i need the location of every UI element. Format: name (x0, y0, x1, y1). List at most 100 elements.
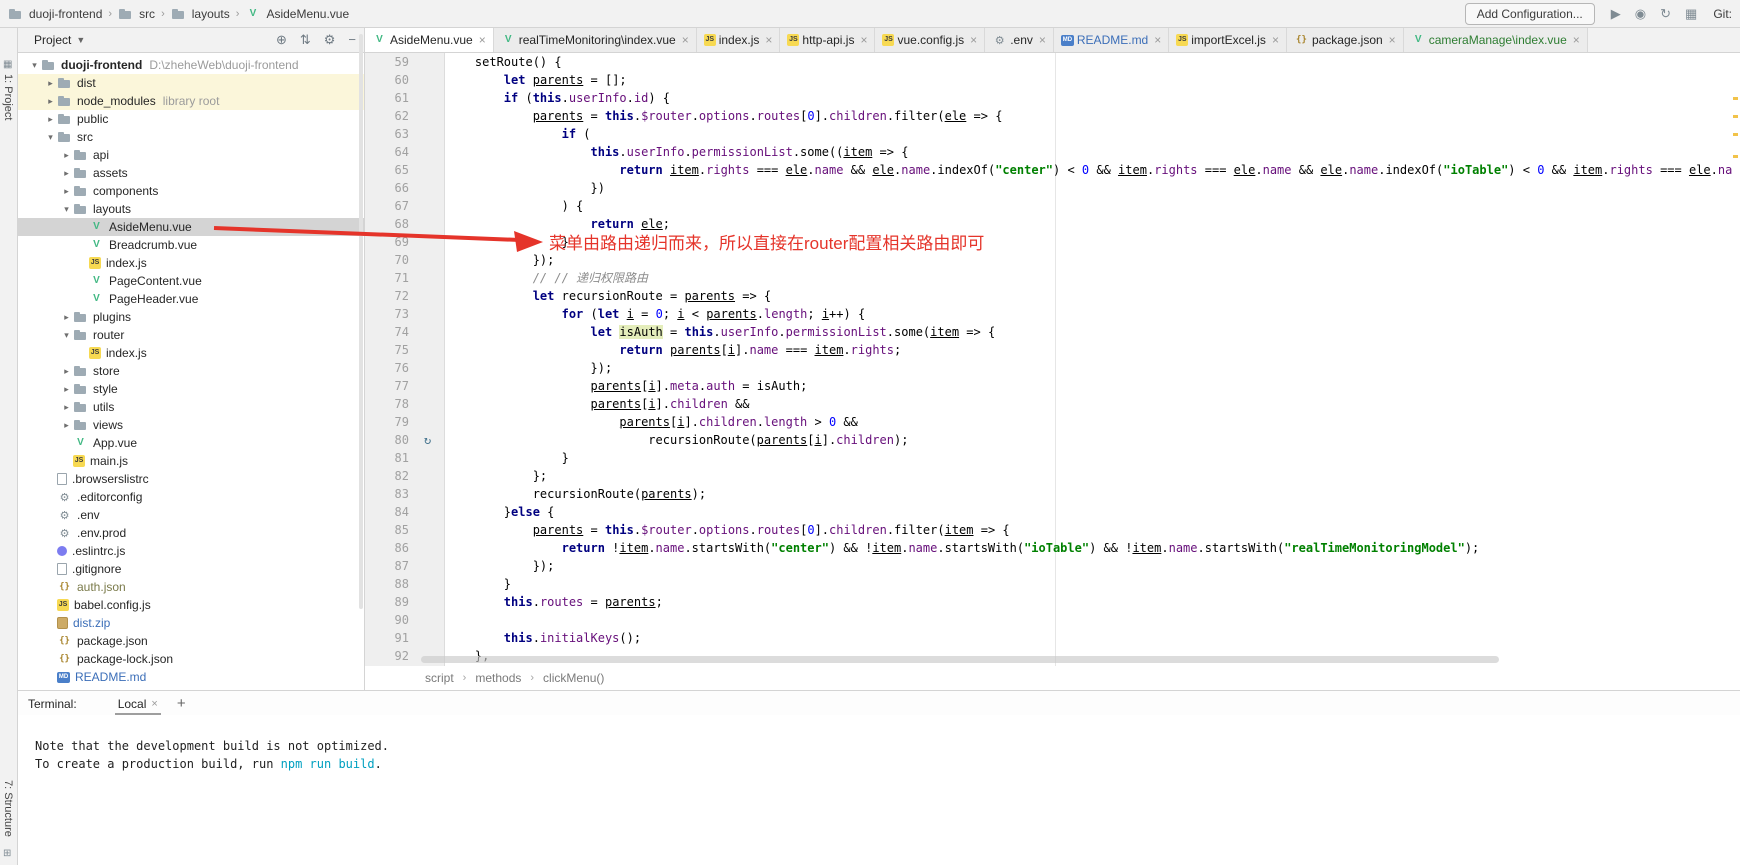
chevron-open-icon[interactable]: ▾ (44, 132, 57, 143)
line-number[interactable]: 59 (365, 53, 409, 71)
add-configuration-button[interactable]: Add Configuration... (1465, 3, 1595, 25)
tab-package.json[interactable]: {}package.json× (1287, 28, 1404, 52)
tree-item-auth.json[interactable]: {}auth.json (18, 578, 364, 596)
line-number[interactable]: 67 (365, 197, 409, 215)
chevron-open-icon[interactable]: ▾ (28, 60, 41, 71)
line-number[interactable]: 89 (365, 593, 409, 611)
line-number[interactable]: 72 (365, 287, 409, 305)
code-line[interactable]: 71 // // 递归权限路由 (365, 269, 1740, 287)
tree-item-store[interactable]: ▸store (18, 362, 364, 380)
tree-item-Breadcrumb.vue[interactable]: VBreadcrumb.vue (18, 236, 364, 254)
close-tab-icon[interactable]: × (1039, 33, 1046, 47)
project-panel-title[interactable]: Project (34, 33, 71, 47)
code-line[interactable]: 76 }); (365, 359, 1740, 377)
code-line[interactable]: 61 if (this.userInfo.id) { (365, 89, 1740, 107)
code-line[interactable]: 60 let parents = []; (365, 71, 1740, 89)
title-breadcrumb-item[interactable]: layouts (171, 7, 230, 21)
chevron-down-icon[interactable]: ▼ (76, 35, 85, 45)
line-number[interactable]: 73 (365, 305, 409, 323)
terminal-output[interactable]: Note that the development build is not o… (18, 715, 1740, 773)
collapse-all-icon[interactable]: ⇅ (300, 32, 311, 48)
tab-cameraManage\index.vue[interactable]: VcameraManage\index.vue× (1404, 28, 1588, 52)
tool-switcher-icon[interactable]: ⊞ (3, 848, 11, 859)
line-number[interactable]: 77 (365, 377, 409, 395)
locate-file-icon[interactable]: ⊕ (276, 32, 287, 48)
close-tab-icon[interactable]: × (765, 33, 772, 47)
tree-item-dist[interactable]: ▸dist (18, 74, 364, 92)
line-number[interactable]: 64 (365, 143, 409, 161)
tree-item-public[interactable]: ▸public (18, 110, 364, 128)
line-number[interactable]: 92 (365, 647, 409, 665)
code-line[interactable]: 79 parents[i].children.length > 0 && (365, 413, 1740, 431)
title-breadcrumb-item[interactable]: duoji-frontend (8, 7, 102, 21)
tree-item-main.js[interactable]: JSmain.js (18, 452, 364, 470)
line-number[interactable]: 74 (365, 323, 409, 341)
close-tab-icon[interactable]: × (860, 33, 867, 47)
chevron-open-icon[interactable]: ▾ (60, 204, 73, 215)
code-line[interactable]: 88 } (365, 575, 1740, 593)
hide-panel-icon[interactable]: − (348, 32, 356, 48)
line-number[interactable]: 71 (365, 269, 409, 287)
settings-gear-icon[interactable]: ⚙ (324, 32, 336, 48)
line-number[interactable]: 63 (365, 125, 409, 143)
code-line[interactable]: 70 }); (365, 251, 1740, 269)
chevron-open-icon[interactable]: ▾ (60, 330, 73, 341)
line-number[interactable]: 88 (365, 575, 409, 593)
tree-item-dist.zip[interactable]: dist.zip (18, 614, 364, 632)
line-number[interactable]: 81 (365, 449, 409, 467)
tab-README.md[interactable]: MDREADME.md× (1054, 28, 1169, 52)
line-number[interactable]: 83 (365, 485, 409, 503)
title-breadcrumb-item[interactable]: VAsideMenu.vue (245, 7, 349, 21)
tree-item-PageHeader.vue[interactable]: VPageHeader.vue (18, 290, 364, 308)
tree-item-package-lock.json[interactable]: {}package-lock.json (18, 650, 364, 668)
title-breadcrumb-item[interactable]: src (118, 7, 155, 21)
tree-item-.env.prod[interactable]: ⚙.env.prod (18, 524, 364, 542)
tree-item-.browserslistrc[interactable]: .browserslistrc (18, 470, 364, 488)
code-line[interactable]: 64 this.userInfo.permissionList.some((it… (365, 143, 1740, 161)
breadcrumb-item[interactable]: clickMenu() (543, 671, 604, 685)
tree-item-router[interactable]: ▾router (18, 326, 364, 344)
close-icon[interactable]: × (151, 698, 157, 710)
editor-scrollbar[interactable] (1730, 53, 1740, 666)
chevron-closed-icon[interactable]: ▸ (60, 168, 73, 179)
close-tab-icon[interactable]: × (479, 33, 486, 47)
recursive-call-icon[interactable]: ↻ (424, 433, 431, 447)
line-number[interactable]: 60 (365, 71, 409, 89)
tree-item-assets[interactable]: ▸assets (18, 164, 364, 182)
line-number[interactable]: 87 (365, 557, 409, 575)
code-line[interactable]: 59 setRoute() { (365, 53, 1740, 71)
line-number[interactable]: 68 (365, 215, 409, 233)
code-line[interactable]: 66 }) (365, 179, 1740, 197)
stripe-project-button[interactable]: 1: Project (2, 74, 14, 120)
tree-item-.editorconfig[interactable]: ⚙.editorconfig (18, 488, 364, 506)
close-tab-icon[interactable]: × (1573, 33, 1580, 47)
tab-http-api.js[interactable]: JShttp-api.js× (780, 28, 875, 52)
tree-item-babel.config.js[interactable]: JSbabel.config.js (18, 596, 364, 614)
git-label[interactable]: Git: (1713, 7, 1732, 21)
line-number[interactable]: 78 (365, 395, 409, 413)
code-line[interactable]: 77 parents[i].meta.auth = isAuth; (365, 377, 1740, 395)
code-line[interactable]: 89 this.routes = parents; (365, 593, 1740, 611)
close-tab-icon[interactable]: × (1272, 33, 1279, 47)
chevron-closed-icon[interactable]: ▸ (60, 150, 73, 161)
close-tab-icon[interactable]: × (1389, 33, 1396, 47)
project-tree-scrollbar[interactable] (359, 34, 363, 609)
code-line[interactable]: 86 return !item.name.startsWith("center"… (365, 539, 1740, 557)
code-line[interactable]: 82 }; (365, 467, 1740, 485)
tree-item-node_modules[interactable]: ▸node_moduleslibrary root (18, 92, 364, 110)
code-pane[interactable]: 59 setRoute() {60 let parents = [];61 if… (365, 53, 1740, 666)
breadcrumb-item[interactable]: methods (475, 671, 521, 685)
line-number[interactable]: 86 (365, 539, 409, 557)
line-number[interactable]: 90 (365, 611, 409, 629)
tree-item-utils[interactable]: ▸utils (18, 398, 364, 416)
code-line[interactable]: 78 parents[i].children && (365, 395, 1740, 413)
line-number[interactable]: 79 (365, 413, 409, 431)
chevron-closed-icon[interactable]: ▸ (44, 96, 57, 107)
code-line[interactable]: 84 }else { (365, 503, 1740, 521)
new-terminal-tab-icon[interactable]: + (177, 695, 186, 715)
tree-item-components[interactable]: ▸components (18, 182, 364, 200)
code-line[interactable]: 65 return item.rights === ele.name && el… (365, 161, 1740, 179)
line-number[interactable]: 66 (365, 179, 409, 197)
code-line[interactable]: 62 parents = this.$router.options.routes… (365, 107, 1740, 125)
chevron-closed-icon[interactable]: ▸ (60, 420, 73, 431)
